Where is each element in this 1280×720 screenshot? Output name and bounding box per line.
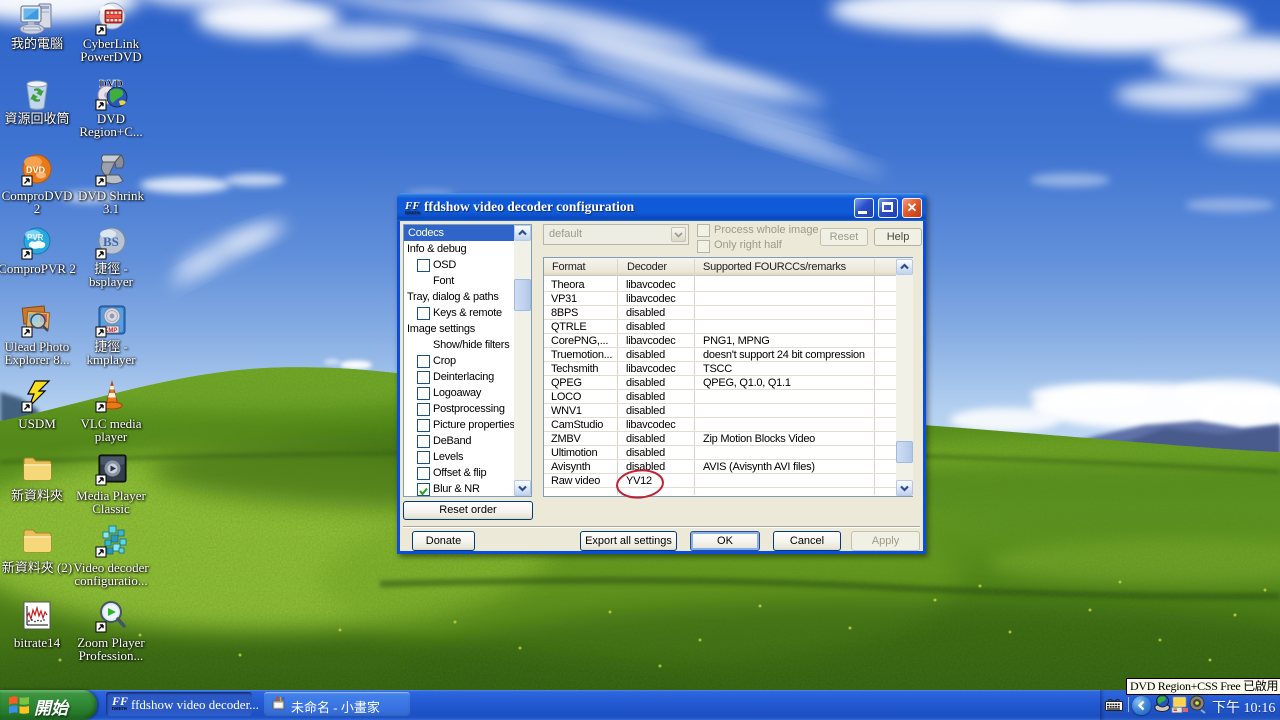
svg-text:PVR: PVR: [27, 233, 44, 242]
svg-text:BS: BS: [103, 234, 119, 249]
